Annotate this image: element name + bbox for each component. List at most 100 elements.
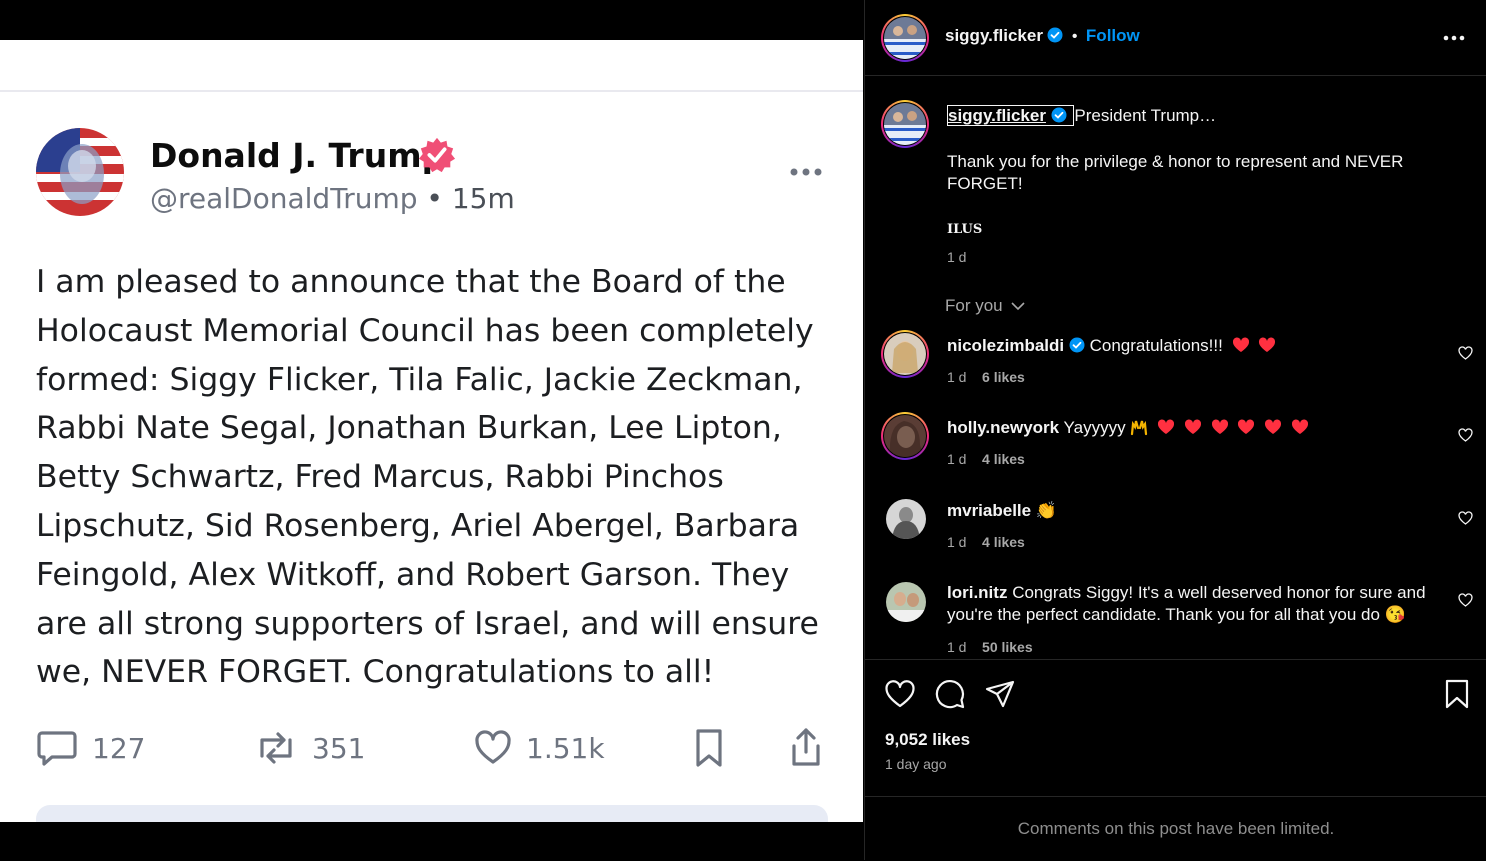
comment-text: Yayyyyy [1063,418,1126,437]
header-avatar[interactable] [881,14,929,62]
comment-meta: 1 d 4 likes [947,451,1025,467]
red-heart-emoji-icon [1232,337,1249,352]
like-comment-icon[interactable] [1458,428,1473,442]
embedded-replies: 127 [36,726,145,770]
comment: lori.nitz Congrats Siggy! It's a well de… [947,582,1447,626]
retruth-icon [260,732,292,764]
post-image: Donald J. Trump @realDonaldTrump • 15m I… [0,40,863,822]
bookmark-icon [696,729,722,767]
header-user: siggy.flicker • Follow [945,26,1140,46]
comment-username[interactable]: nicolezimbaldi [947,336,1064,355]
caption-user-box: siggy.flicker [947,105,1075,126]
divider [0,90,863,92]
red-heart-emoji-icon [1184,419,1201,434]
comment-text: Congratulations!!! [1089,336,1223,355]
comment-text: Congrats Siggy! It's a well deserved hon… [947,583,1426,624]
comments-limited-notice: Comments on this post have been limited. [865,796,1486,861]
red-heart-emoji-icon [1158,419,1175,434]
sort-label: For you [945,296,1003,315]
chevron-down-icon [1011,302,1025,311]
comments-panel: siggy.flicker • Follow siggy.flicker Pre… [864,0,1486,860]
post-header: siggy.flicker • Follow [865,0,1486,76]
reply-icon [37,731,77,766]
like-comment-icon[interactable] [1458,511,1473,525]
caption-title-row: siggy.flicker President Trump… [947,105,1447,127]
caption-and-comments: siggy.flicker President Trump… Thank you… [865,76,1486,660]
caption-title: President Trump… [1074,106,1217,125]
body-line: I am pleased to announce that the Board … [36,264,786,300]
comment-likes[interactable]: 50 likes [982,639,1033,655]
commenter-avatar[interactable] [886,499,926,539]
caption-tag: ILUS [947,222,983,237]
comment-text: 👏 [1035,501,1058,520]
comment-meta: 1 d 6 likes [947,369,1025,385]
comment-username[interactable]: holly.newyork [947,418,1059,437]
red-heart-emoji-icon [1238,419,1255,434]
comment: mvriabelle 👏 [947,500,1057,522]
caption-username[interactable]: siggy.flicker [948,106,1046,125]
likes-count[interactable]: 9,052 likes [885,730,970,750]
body-line: formed: Siggy Flicker, Tila Falic, Jacki… [36,361,803,398]
caption-avatar[interactable] [881,100,929,148]
comment-icon[interactable] [934,678,966,710]
comment-time: 1 d [947,534,967,550]
embedded-author-name: Donald J. Trump [150,136,446,175]
verified-badge-icon [1047,27,1063,43]
verified-badge-icon [418,137,456,173]
save-icon[interactable] [1441,678,1473,710]
share-icon[interactable] [984,678,1016,710]
commenter-avatar[interactable] [886,582,926,622]
comment-time: 1 d [947,451,967,467]
comment-sort-dropdown[interactable]: For you [945,296,1025,316]
comment-meta: 1 d 4 likes [947,534,1025,550]
heart-icon [475,730,511,764]
handle-text: @realDonaldTrump [150,182,418,215]
red-heart-emoji-icon [1264,419,1282,434]
post-time: 15m [451,182,515,215]
body-line: are all strong supporters of Israel, and… [36,605,819,642]
commenter-avatar[interactable] [881,330,929,378]
comment-username[interactable]: lori.nitz [947,583,1007,602]
red-heart-emoji-icon [1259,337,1276,352]
header-username[interactable]: siggy.flicker [945,26,1043,45]
caption-time: 1 d [947,249,967,265]
comment: holly.newyork Yayyyyy [947,417,1309,439]
comment-username[interactable]: mvriabelle [947,501,1031,520]
embedded-avatar [36,128,124,216]
raising-hands-emoji-icon [1131,420,1148,436]
like-count: 1.51k [526,731,605,765]
share-icon [792,728,820,766]
like-comment-icon[interactable] [1458,346,1473,360]
red-heart-emoji-icon [1211,419,1228,434]
like-comment-icon[interactable] [1458,593,1473,607]
body-line: Feingold, Alex Witkoff, and Robert Garso… [36,556,790,593]
comment: nicolezimbaldi Congratulations!!! [947,335,1276,357]
comment-likes[interactable]: 6 likes [982,369,1025,385]
commenter-avatar[interactable] [881,412,929,460]
more-options-icon [790,168,822,176]
comment-likes[interactable]: 4 likes [982,451,1025,467]
separator: • [426,182,443,215]
like-icon[interactable] [884,678,916,710]
caption-body: Thank you for the privilege & honor to r… [947,152,1404,193]
next-card-edge [36,805,828,822]
embedded-post-body: I am pleased to announce that the Board … [36,258,826,697]
comment-likes[interactable]: 4 likes [982,534,1025,550]
body-line: Rabbi Nate Segal, Jonathan Burkan, Lee L… [36,410,782,447]
embedded-retruths: 351 [254,726,365,770]
follow-button[interactable]: Follow [1086,26,1140,45]
embedded-likes: 1.51k [474,726,605,770]
verified-badge-icon [1069,337,1085,353]
post-action-bar: 9,052 likes 1 day ago [865,659,1486,800]
body-line: Holocaust Memorial Council has been comp… [36,312,814,349]
reply-count: 127 [92,731,146,765]
separator: • [1071,28,1078,45]
comment-time: 1 d [947,639,967,655]
body-line: Betty Schwartz, Fred Marcus, Rabbi Pinch… [36,459,724,496]
embedded-handle: @realDonaldTrump • 15m [150,182,515,215]
verified-badge-icon [1051,107,1067,123]
embedded-actions: 127 351 1.51k [36,726,826,770]
more-options-icon[interactable] [1443,35,1465,41]
post-date: 1 day ago [885,756,947,772]
comment-time: 1 d [947,369,967,385]
